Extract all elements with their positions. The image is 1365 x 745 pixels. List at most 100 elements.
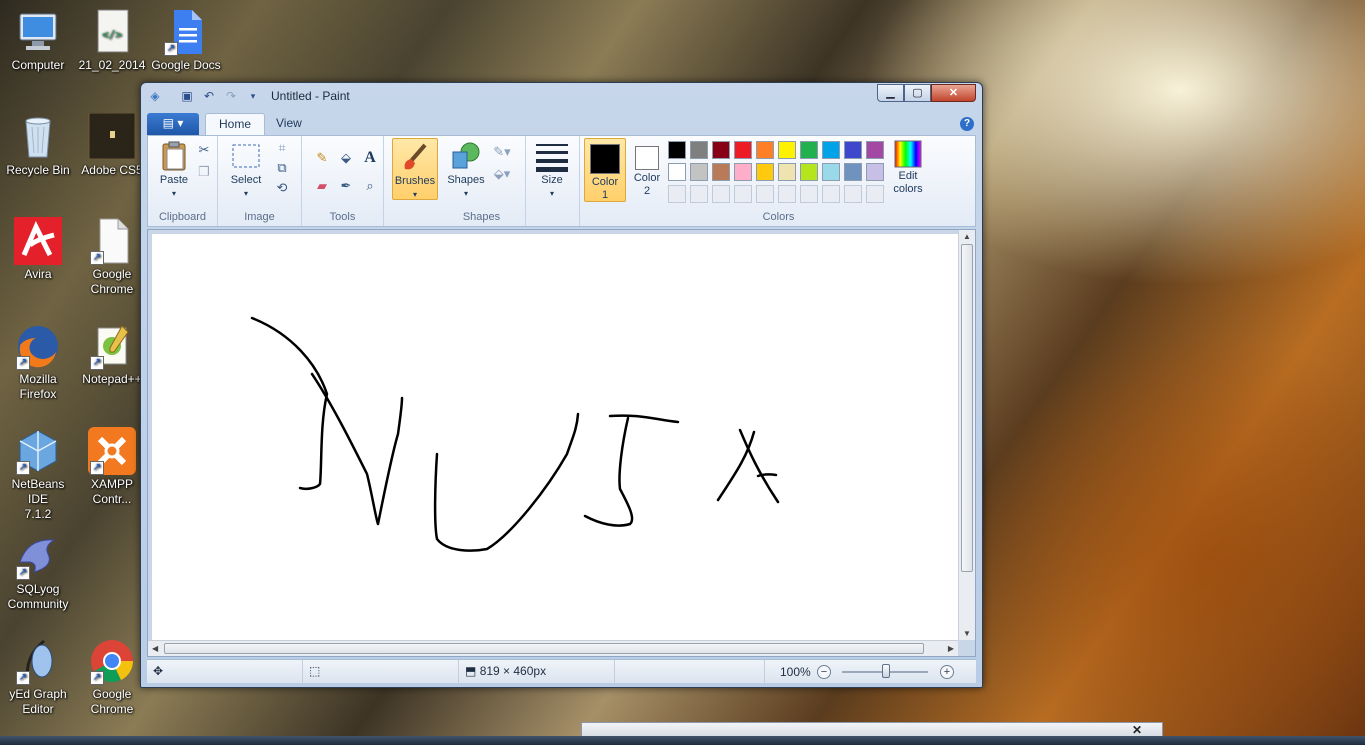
cut-icon[interactable]: ✂ [194,140,214,160]
canvas-size-cell: ⬒ 819 × 460px [459,660,615,684]
horizontal-scroll-thumb[interactable] [164,643,924,654]
palette-swatch[interactable] [866,163,884,181]
redo-icon[interactable]: ↷ [223,88,239,104]
palette-custom-slot[interactable] [778,185,796,203]
colors-group-label: Colors [762,211,795,223]
palette-custom-slot[interactable] [822,185,840,203]
palette-swatch[interactable] [822,141,840,159]
desktop-icon-adobe-cs5[interactable]: Adobe CS5 [74,112,150,178]
paste-button[interactable]: Paste ▾ [154,140,194,200]
palette-swatch[interactable] [844,163,862,181]
desktop-icon-sqlyog[interactable]: ↗ SQLyog Community [0,532,76,612]
vertical-scroll-thumb[interactable] [961,244,973,572]
paint-menu-button[interactable]: ▤ ▾ [147,113,199,135]
select-icon [230,140,262,172]
copy-icon[interactable]: ❐ [194,162,214,182]
rotate-icon[interactable]: ⟲ [272,178,292,198]
edit-colors-button[interactable]: Edit colors [888,140,928,196]
desktop-icon-firefox[interactable]: ↗ Mozilla Firefox [0,322,76,402]
desktop-icon-yed[interactable]: ↗ yEd Graph Editor [0,637,76,717]
desktop-icon-xampp[interactable]: ↗ XAMPP Contr... [74,427,150,507]
palette-swatch[interactable] [734,141,752,159]
palette-custom-slot[interactable] [800,185,818,203]
palette-swatch[interactable] [668,163,686,181]
palette-swatch[interactable] [712,163,730,181]
paint-app-icon[interactable]: ◈ [147,88,163,104]
magnifier-icon[interactable]: ⌕ [360,176,380,196]
palette-swatch[interactable] [778,163,796,181]
text-icon[interactable]: A [360,148,380,168]
desktop-icon-notepad-plus-plus[interactable]: ↗ Notepad++ [74,322,150,387]
desktop-icon-google-chrome-file[interactable]: ↗ Google Chrome [74,217,150,297]
undo-icon[interactable]: ↶ [201,88,217,104]
color1-button[interactable]: Color 1 [584,138,626,202]
palette-custom-slot[interactable] [844,185,862,203]
taskbar[interactable] [0,736,1365,745]
palette-swatch[interactable] [866,141,884,159]
shapes-button[interactable]: Shapes ▾ [444,140,488,200]
desktop-icon-google-docs[interactable]: ↗ Google Docs [148,8,224,73]
scroll-left-icon[interactable]: ◀ [152,644,158,653]
customize-quick-access-icon[interactable]: ▾ [245,88,261,104]
palette-swatch[interactable] [822,163,840,181]
select-button[interactable]: Select ▾ [224,140,268,200]
eraser-icon[interactable]: ▰ [312,176,332,196]
help-icon[interactable]: ? [960,117,974,131]
palette-custom-slot[interactable] [734,185,752,203]
shortcut-arrow-icon: ↗ [16,566,30,580]
minimize-button[interactable]: ▁ [877,84,904,102]
desktop-icon-21-02-2014[interactable]: </> 21_02_2014 [74,8,150,73]
palette-swatch[interactable] [800,163,818,181]
palette-swatch[interactable] [756,141,774,159]
desktop-icon-computer[interactable]: Computer [0,8,76,73]
palette-custom-slot[interactable] [690,185,708,203]
close-button[interactable]: ✕ [931,84,976,102]
scroll-up-icon[interactable]: ▲ [963,232,971,241]
scroll-down-icon[interactable]: ▼ [963,629,971,638]
palette-swatch[interactable] [734,163,752,181]
color-picker-icon[interactable]: ✒ [336,176,356,196]
palette-custom-slot[interactable] [866,185,884,203]
palette-swatch[interactable] [800,141,818,159]
brushes-button[interactable]: Brushes ▾ [392,138,438,200]
shape-fill-icon[interactable]: ⬙▾ [492,164,512,184]
shortcut-arrow-icon: ↗ [16,356,30,370]
zoom-in-button[interactable]: + [940,665,954,679]
palette-custom-slot[interactable] [756,185,774,203]
save-icon[interactable]: ▣ [179,88,195,104]
palette-custom-slot[interactable] [712,185,730,203]
palette-swatch[interactable] [690,141,708,159]
desktop-icon-netbeans[interactable]: ↗ NetBeans IDE 7.1.2 [0,427,76,522]
zoom-slider-thumb[interactable] [882,664,890,678]
palette-swatch[interactable] [756,163,774,181]
desktop-icon-avira[interactable]: Avira [0,217,76,282]
drawing-canvas[interactable] [152,234,959,640]
shortcut-arrow-icon: ↗ [90,356,104,370]
tools-group: ✎ ⬙ A ▰ ✒ ⌕ Tools [302,136,384,226]
color2-button[interactable]: Color 2 [626,138,668,202]
size-button[interactable]: Size ▾ [532,140,572,200]
desktop-icon-google-chrome[interactable]: ↗ Google Chrome [74,637,150,717]
crop-icon[interactable]: ⌗ [272,138,292,158]
palette-swatch[interactable] [844,141,862,159]
maximize-button[interactable]: ▢ [904,84,931,102]
palette-custom-slot[interactable] [668,185,686,203]
zoom-out-button[interactable]: − [817,665,831,679]
palette-swatch[interactable] [668,141,686,159]
scroll-right-icon[interactable]: ▶ [948,644,954,653]
close-icon[interactable]: ✕ [1132,723,1142,737]
horizontal-scrollbar[interactable]: ◀ ▶ [148,640,958,656]
palette-swatch[interactable] [712,141,730,159]
vertical-scrollbar[interactable]: ▲ ▼ [958,230,975,640]
palette-swatch[interactable] [778,141,796,159]
tab-view[interactable]: View [263,113,315,135]
palette-swatch[interactable] [690,163,708,181]
fill-icon[interactable]: ⬙ [336,148,356,168]
tab-home[interactable]: Home [205,113,266,135]
pencil-icon[interactable]: ✎ [312,148,332,168]
desktop-icon-recycle-bin[interactable]: Recycle Bin [0,113,76,178]
title-bar[interactable]: ◈ ▣ ↶ ↷ ▾ Untitled - Paint ▁ ▢ ✕ [141,83,982,109]
outline-icon[interactable]: ✎▾ [492,142,512,162]
resize-icon[interactable]: ⧉ [272,158,292,178]
shortcut-arrow-icon: ↗ [90,251,104,265]
